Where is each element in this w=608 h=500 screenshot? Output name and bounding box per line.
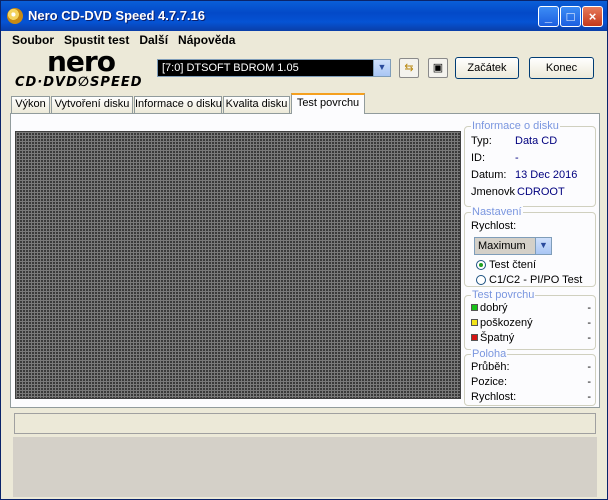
position-title: Poloha xyxy=(471,348,508,360)
logo-cd-dvd-speed-text: CD·DVD∅SPEED xyxy=(15,75,143,90)
window-title: Nero CD-DVD Speed 4.7.7.16 xyxy=(28,8,206,23)
surface-legend-group: Test povrchu dobrý - poškozený - Špatný - xyxy=(464,289,596,350)
surface-legend-title: Test povrchu xyxy=(471,289,536,301)
toolbar: nero CD·DVD∅SPEED [7:0] DTSOFT BDROM 1.0… xyxy=(1,45,607,91)
status-bar xyxy=(14,413,596,434)
close-button[interactable]: × xyxy=(582,6,603,27)
radio-selected-icon xyxy=(476,260,486,270)
app-disc-icon[interactable] xyxy=(7,8,23,24)
damaged-label: poškozený xyxy=(480,317,533,329)
speed-label: Rychlost: xyxy=(471,220,517,232)
disc-id-label: ID: xyxy=(471,152,486,164)
drive-select[interactable]: [7:0] DTSOFT BDROM 1.05 ▼ xyxy=(157,59,391,77)
good-swatch-icon xyxy=(471,304,478,311)
disc-info-title: Informace o disku xyxy=(471,120,560,132)
disc-type-label: Typ: xyxy=(471,135,492,147)
good-value: - xyxy=(587,302,591,314)
drive-select-value: [7:0] DTSOFT BDROM 1.05 xyxy=(162,62,299,74)
bad-value: - xyxy=(587,332,591,344)
damaged-value: - xyxy=(587,317,591,329)
start-button[interactable]: Začátek xyxy=(455,57,519,79)
disc-id-value: - xyxy=(515,152,519,164)
speed-readout-label: Rychlost: xyxy=(471,391,517,403)
read-test-radio[interactable]: Test čtení xyxy=(476,258,536,272)
c1c2-test-radio[interactable]: C1/C2 - PI/PO Test xyxy=(476,273,582,287)
menu-napoveda[interactable]: Nápověda xyxy=(173,31,240,50)
damaged-swatch-icon xyxy=(471,319,478,326)
bad-label: Špatný xyxy=(480,332,515,344)
logo-nero-text: nero xyxy=(47,45,116,78)
disc-date-label: Datum: xyxy=(471,169,507,181)
log-area xyxy=(13,437,597,497)
title-bar[interactable]: Nero CD-DVD Speed 4.7.7.16 _ □ × xyxy=(1,1,607,31)
chevron-down-icon[interactable]: ▼ xyxy=(373,60,390,76)
end-button[interactable]: Konec xyxy=(529,57,594,79)
c1c2-test-label: C1/C2 - PI/PO Test xyxy=(489,274,583,286)
disc-type-value: Data CD xyxy=(515,135,558,147)
tab-vytvoreni-disku[interactable]: Vytvoření disku xyxy=(51,96,133,113)
maximize-button[interactable]: □ xyxy=(560,6,581,27)
progress-value: - xyxy=(587,361,591,373)
tab-kvalita-disku[interactable]: Kvalita disku xyxy=(223,96,290,113)
position-value: - xyxy=(587,376,591,388)
tab-informace-o-disku[interactable]: Informace o disku xyxy=(134,96,222,113)
settings-group: Nastavení Rychlost: Maximum ▼ Test čtení… xyxy=(464,206,596,287)
bad-swatch-icon xyxy=(471,334,478,341)
chevron-down-icon[interactable]: ▼ xyxy=(535,238,551,254)
radio-unselected-icon xyxy=(476,275,486,285)
surface-scan-grid xyxy=(15,131,461,399)
refresh-drives-button[interactable]: ⇆ xyxy=(399,58,419,78)
position-label: Pozice: xyxy=(471,376,508,388)
save-button[interactable]: ▣ xyxy=(428,58,448,78)
settings-title: Nastavení xyxy=(471,206,523,218)
disc-date-value: 13 Dec 2016 xyxy=(515,169,578,181)
disc-label-value: CDROOT xyxy=(517,186,565,198)
nero-cd-dvd-speed-logo: nero CD·DVD∅SPEED xyxy=(15,45,155,91)
disc-label-label: Jmenovk xyxy=(471,186,516,198)
speed-select-value: Maximum xyxy=(478,240,526,252)
progress-label: Průběh: xyxy=(471,361,510,373)
floppy-disk-icon: ▣ xyxy=(432,62,444,74)
speed-select[interactable]: Maximum ▼ xyxy=(474,237,552,255)
position-group: Poloha Průběh: - Pozice: - Rychlost: - xyxy=(464,348,596,406)
tab-vykon[interactable]: Výkon xyxy=(11,96,50,113)
good-label: dobrý xyxy=(480,302,508,314)
speed-readout-value: - xyxy=(587,391,591,403)
refresh-icon: ⇆ xyxy=(404,62,414,74)
read-test-label: Test čtení xyxy=(489,259,537,271)
surface-test-panel: Informace o disku Typ: Data CD ID: - Datum… xyxy=(10,113,600,408)
app-window: Nero CD-DVD Speed 4.7.7.16 _ □ × Soubor S… xyxy=(0,0,608,500)
tab-test-povrchu[interactable]: Test povrchu xyxy=(291,93,365,114)
minimize-button[interactable]: _ xyxy=(538,6,559,27)
disc-info-group: Informace o disku Typ: Data CD ID: - Datum… xyxy=(464,120,596,207)
